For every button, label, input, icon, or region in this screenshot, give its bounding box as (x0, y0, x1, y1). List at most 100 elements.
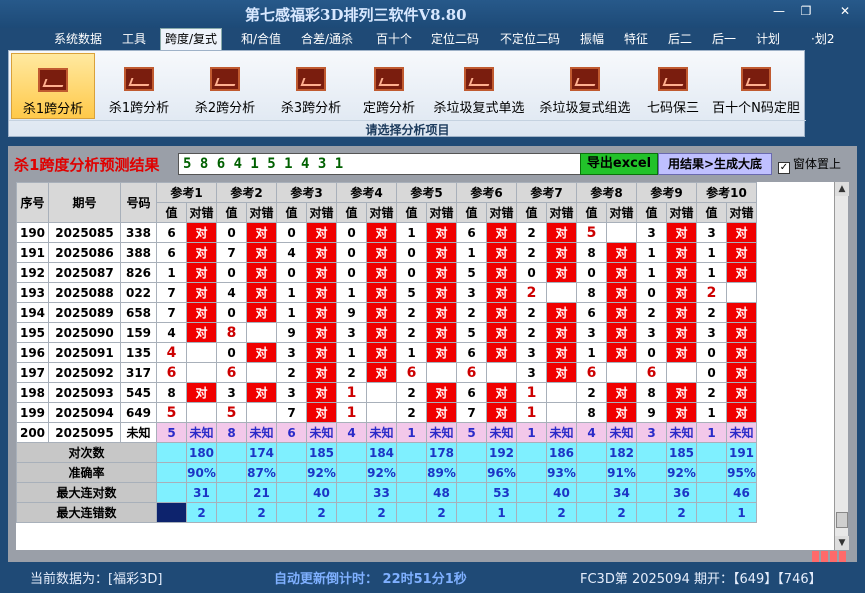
header-value: 值 (576, 202, 607, 223)
cell-check: 对 (486, 342, 517, 363)
cell-value: 4 (156, 322, 187, 343)
stats-value: 185 (306, 442, 337, 463)
menu-pos-two[interactable]: 定位二码 (427, 30, 483, 48)
stats-spacer (336, 502, 367, 523)
check-icon[interactable]: ✓ (778, 162, 790, 174)
topmost-checkbox[interactable]: ✓ 窗体置上 (778, 155, 841, 174)
cell-check: 对 (306, 302, 337, 323)
cell-pending-value: 4 (336, 422, 367, 443)
cell-number: 未知 (120, 422, 157, 443)
menu-plan2[interactable]: ·划2 (807, 30, 838, 48)
stats-spacer (456, 502, 487, 523)
cell-value: 1 (396, 342, 427, 363)
cell-value: 6 (456, 362, 487, 383)
close-icon[interactable]: ✕ (836, 4, 854, 18)
header-check: 对错 (486, 202, 517, 223)
cell-check: 对 (666, 282, 697, 303)
cell-value: 3 (636, 322, 667, 343)
header-value: 值 (336, 202, 367, 223)
cell-value: 0 (216, 262, 247, 283)
stats-value: 2 (546, 502, 577, 523)
cell-value: 6 (636, 362, 667, 383)
cell-value: 8 (636, 382, 667, 403)
cell-value: 7 (456, 402, 487, 423)
cell-value: 7 (216, 242, 247, 263)
chart-icon (124, 67, 154, 91)
menu-amplitude[interactable]: 振幅 (576, 30, 608, 48)
header-check: 对错 (606, 202, 637, 223)
cell-check: 对 (486, 382, 517, 403)
export-excel-button[interactable]: 导出excel (580, 153, 658, 175)
cell-value: 2 (576, 382, 607, 403)
table-row: 196 2025091 135 4 0 对 3 对 1 对 1 对 6 对 3 对 1 对 0 对 0 对 (16, 342, 757, 363)
cell-check: 对 (666, 222, 697, 243)
menu-last-one[interactable]: 后一 (708, 30, 740, 48)
generate-base-button[interactable]: 用结果>生成大底 (658, 153, 772, 175)
cell-check: 对 (666, 322, 697, 343)
table-row: 195 2025090 159 4 对 8 9 对 3 对 2 对 5 对 2 对 3 对 3 对 3 对 (16, 322, 757, 343)
ribbon-caption: 请选择分析项目 (9, 120, 806, 137)
restore-icon[interactable]: ❐ (797, 4, 815, 18)
stats-spacer (516, 442, 547, 463)
stats-spacer (576, 502, 607, 523)
header-seq: 序号 (16, 182, 49, 223)
minimize-icon[interactable]: — (770, 4, 788, 18)
cell-value: 9 (336, 302, 367, 323)
menu-digits[interactable]: 百十个 (372, 30, 416, 48)
cell-value: 0 (696, 342, 727, 363)
cell-check: 对 (246, 342, 277, 363)
menu-diff-kill[interactable]: 合差/通杀 (297, 30, 357, 48)
cell-number: 022 (120, 282, 157, 303)
cell-value: 3 (336, 322, 367, 343)
stats-spacer (216, 442, 247, 463)
cell-value: 0 (636, 342, 667, 363)
menu-nonpos-two[interactable]: 不定位二码 (496, 30, 564, 48)
cell-value: 6 (216, 362, 247, 383)
digit-n-code-button[interactable]: 百十个N码定胆 (709, 53, 803, 119)
cell-check: 对 (486, 302, 517, 323)
cell-check: 对 (366, 322, 397, 343)
table-row: 192 2025087 826 1 对 0 对 0 对 0 对 0 对 5 对 0 对 0 对 1 对 1 对 (16, 262, 757, 283)
vertical-scrollbar[interactable]: ▲ ▼ (834, 182, 849, 550)
menu-last-two[interactable]: 后二 (664, 30, 696, 48)
cell-check: 对 (606, 322, 637, 343)
cell-value: 2 (336, 362, 367, 383)
scroll-up-icon[interactable]: ▲ (835, 182, 849, 196)
junk-compound-single-button[interactable]: 杀垃圾复式单选 (427, 53, 531, 119)
stats-spacer (396, 482, 427, 503)
cell-value: 2 (516, 282, 547, 303)
stats-value: 46 (726, 482, 757, 503)
menu-system-data[interactable]: 系统数据 (50, 30, 106, 48)
cell-check: 对 (726, 362, 757, 383)
fixed-span-analysis-button[interactable]: 定跨分析 (355, 53, 423, 119)
cell-value: 3 (276, 342, 307, 363)
junk-compound-group-button[interactable]: 杀垃圾复式组选 (533, 53, 637, 119)
header-ref: 参考4 (336, 182, 397, 203)
seven-code-button[interactable]: 七码保三 (639, 53, 707, 119)
cell-value: 1 (336, 402, 367, 423)
cell-value: 0 (396, 242, 427, 263)
cell-value: 1 (336, 282, 367, 303)
kill3-span-analysis-button[interactable]: 杀3跨分析 (269, 53, 353, 119)
kill1-span-analysis-button-selected[interactable]: 杀1跨分析 (11, 53, 95, 119)
menu-span-compound[interactable]: 跨度/复式 (160, 28, 223, 50)
cell-unknown: 未知 (546, 422, 577, 443)
cell-check: 对 (366, 282, 397, 303)
result-value-field[interactable]: 5 8 6 4 1 5 1 4 3 1 (178, 153, 582, 175)
menu-sum-value[interactable]: 和/合值 (237, 30, 285, 48)
stats-spacer (636, 442, 667, 463)
stats-label: 最大连对数 (16, 482, 157, 503)
stats-value: 1 (486, 502, 517, 523)
kill2-span-analysis-button[interactable]: 杀2跨分析 (183, 53, 267, 119)
menu-plan[interactable]: 计划 (752, 30, 784, 48)
chart-icon (570, 67, 600, 91)
menu-feature[interactable]: 特征 (620, 30, 652, 48)
kill1-span-analysis-button[interactable]: 杀1跨分析 (97, 53, 181, 119)
scroll-thumb[interactable] (836, 512, 848, 528)
app-title: 第七感福彩3D排列三软件V8.80 (245, 6, 467, 24)
table-row: 197 2025092 317 6 6 2 对 2 对 6 6 3 对 6 6 0 对 (16, 362, 757, 383)
cell-value: 1 (336, 382, 367, 403)
chart-icon (210, 67, 240, 91)
menu-tools[interactable]: 工具 (118, 30, 150, 48)
stats-spacer (276, 462, 307, 483)
